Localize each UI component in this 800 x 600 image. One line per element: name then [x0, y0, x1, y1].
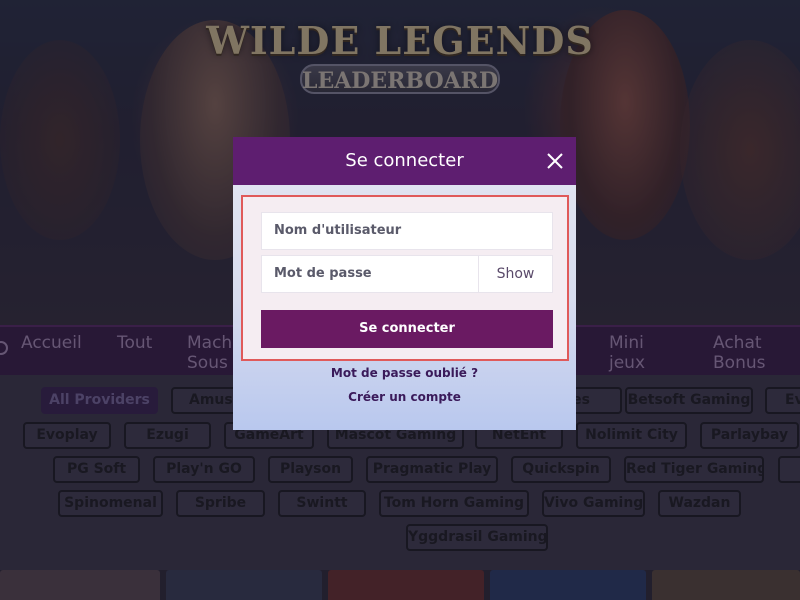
modal-header: Se connecter [233, 137, 576, 185]
modal-title: Se connecter [345, 150, 464, 171]
password-placeholder: Mot de passe [274, 266, 372, 281]
close-icon [547, 153, 563, 169]
login-form: Nom d'utilisateur Mot de passe Show Se c… [241, 195, 569, 361]
username-field[interactable]: Nom d'utilisateur [261, 212, 553, 250]
password-field[interactable]: Mot de passe Show [261, 255, 553, 293]
username-placeholder: Nom d'utilisateur [274, 223, 402, 238]
show-password-button[interactable]: Show [478, 256, 552, 292]
register-link[interactable]: Créer un compte [233, 390, 576, 404]
close-button[interactable] [544, 150, 566, 172]
login-submit-button[interactable]: Se connecter [261, 310, 553, 348]
login-modal: Se connecter Nom d'utilisateur Mot de pa… [233, 137, 576, 430]
forgot-password-link[interactable]: Mot de passe oublié ? [233, 366, 576, 380]
